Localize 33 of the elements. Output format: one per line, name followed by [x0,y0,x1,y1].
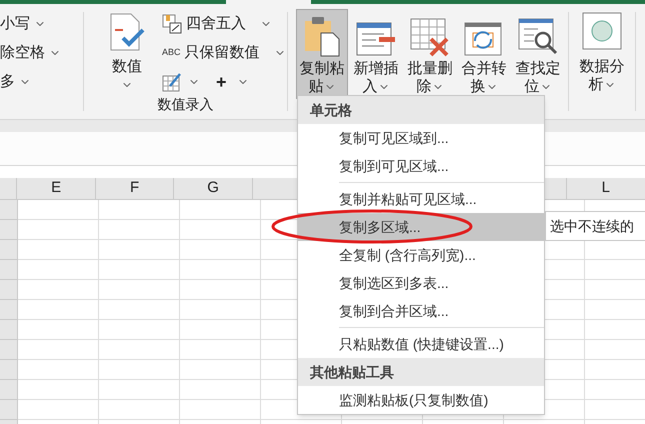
ribbon-menu-button[interactable]: 多 [0,70,83,94]
menu-section-header: 单元格 [298,96,544,124]
ribbon-menu-button[interactable]: 四舍五入 [162,12,286,36]
ribbon-menu-button[interactable]: 小写 [0,12,83,36]
menu-item[interactable]: 监测粘贴板(只复制数值) [298,386,544,414]
menu-item[interactable]: 复制多区域... [298,213,544,241]
ribbon-tool-button[interactable]: 复制粘 贴 [296,9,348,99]
menu-item[interactable]: 复制到可见区域... [298,152,544,180]
menu-item[interactable]: 只粘贴数值 (快捷键设置...) [298,330,544,358]
menu-item[interactable]: 复制可见区域到... [298,124,544,152]
group-label: 数值录入 [158,95,214,114]
menu-section-header: 其他粘贴工具 [298,358,544,386]
data-analysis-button[interactable]: 数据分 析 [569,4,635,119]
abc-icon: ABC [162,46,181,60]
column-header[interactable]: G [174,178,253,199]
column-header[interactable]: F [96,178,174,199]
column-header[interactable]: E [17,178,96,199]
table-edit-icon [162,72,182,92]
menu-item[interactable]: 全复制 (含行高列宽)... [298,241,544,269]
add-button[interactable]: + [216,68,249,96]
tooltip: 选中不连续的 [545,211,645,241]
column-header[interactable]: L [566,178,645,199]
document-check-icon [109,12,145,52]
table-search-icon [517,17,559,57]
menu-item[interactable]: 复制并粘贴可见区域... [298,185,544,213]
ribbon-menu-button[interactable]: 除空格 [0,41,83,65]
ribbon-menu-button[interactable]: ABC 只保留数值 [162,41,286,65]
number-format-button[interactable]: 数值 [98,12,156,94]
table-delete-icon [409,17,451,57]
table-edit-button[interactable] [162,72,200,92]
menu-item[interactable]: 复制到合并区域... [298,297,544,325]
menu-item[interactable]: 复制选区到多表... [298,269,544,297]
table-insert-icon [355,21,397,57]
